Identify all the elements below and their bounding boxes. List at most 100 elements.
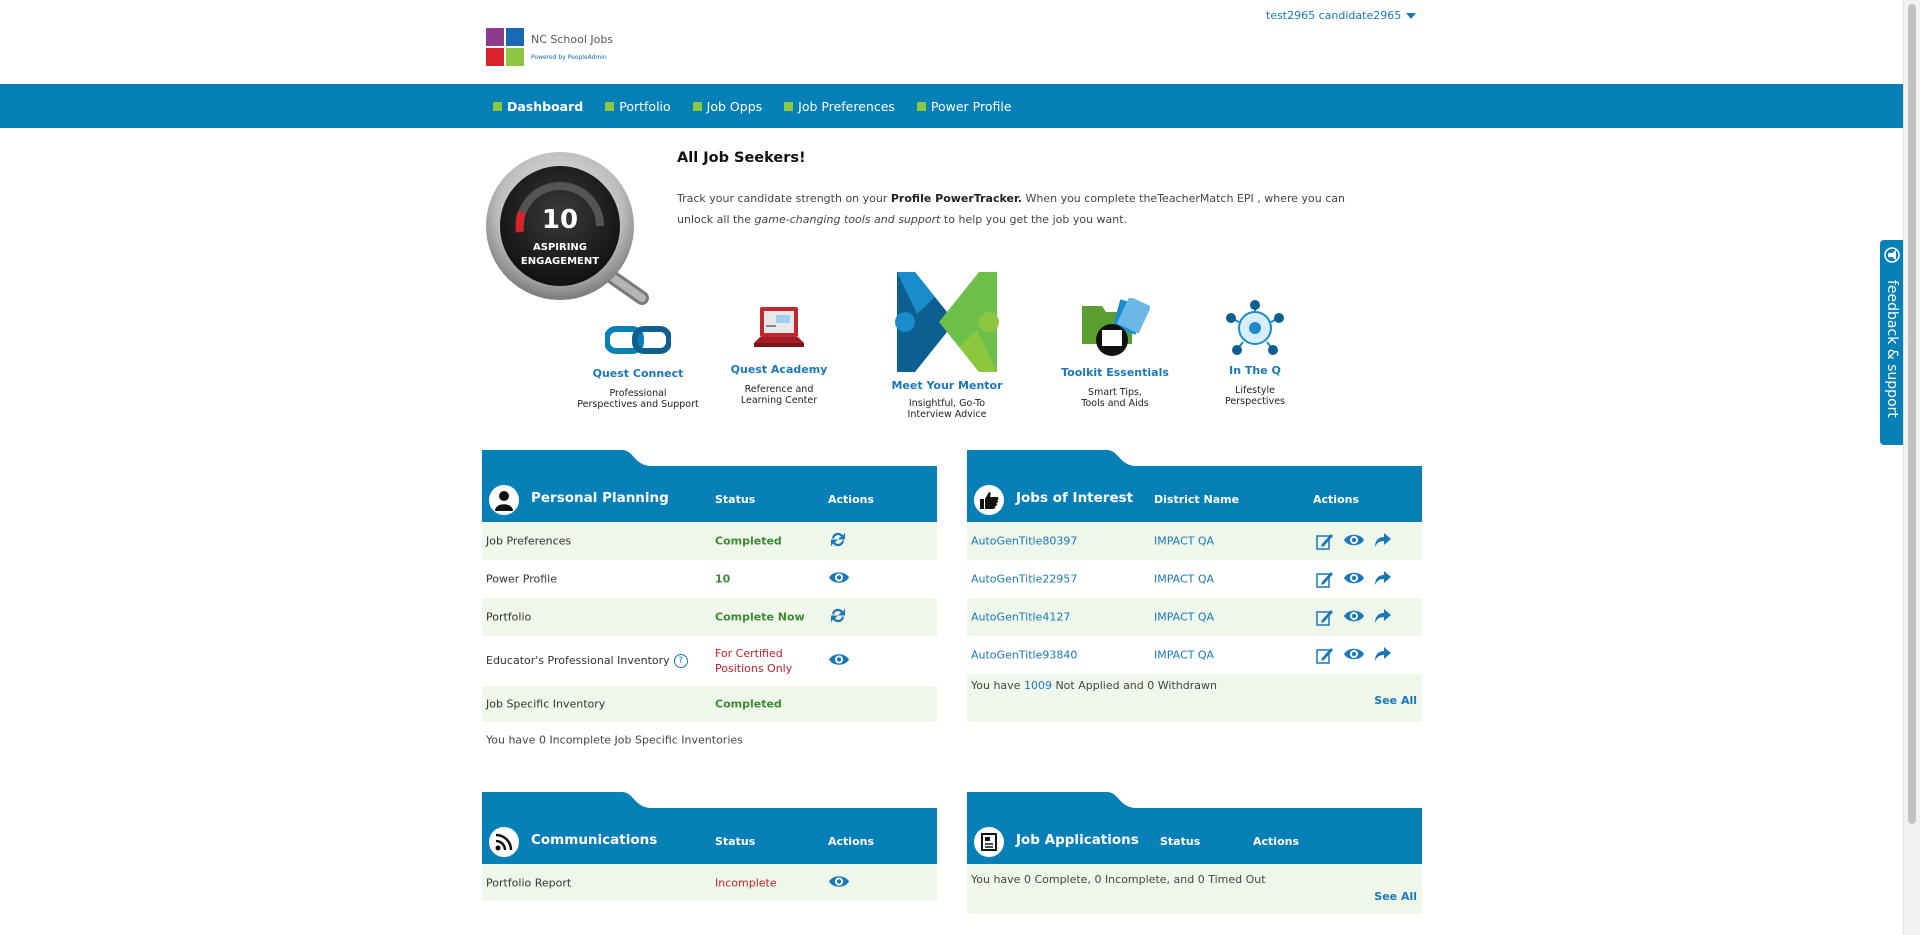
gauge-score: 10: [542, 205, 578, 235]
chain-link-icon: [605, 326, 671, 354]
nav-job-preferences[interactable]: Job Preferences: [784, 99, 895, 114]
not-applied-count-link[interactable]: 1009: [1024, 679, 1052, 692]
nav-bullet-icon: [784, 101, 794, 111]
header: NC School Jobs Powered by PeopleAdmin te…: [0, 0, 1903, 84]
tile-in-the-q[interactable]: In The Q Lifestyle Perspectives: [1210, 300, 1300, 407]
nav-bullet-icon: [916, 101, 926, 111]
laptop-icon: [754, 307, 804, 347]
panel-title: Jobs of Interest: [1016, 490, 1134, 506]
eye-icon[interactable]: [828, 873, 850, 892]
eye-icon[interactable]: [1343, 646, 1365, 662]
table-row: AutoGenTitle22957 IMPACT QA: [967, 560, 1422, 598]
share-arrow-icon[interactable]: [1374, 646, 1392, 662]
table-row: Portfolio Report Incomplete: [482, 864, 937, 901]
jobs-summary: You have 1009 Not Applied and 0 Withdraw…: [967, 674, 1422, 722]
col-actions: Actions: [828, 493, 874, 506]
eye-icon[interactable]: [1343, 608, 1365, 624]
col-status: Status: [1160, 835, 1201, 848]
complete-now-link[interactable]: Complete Now: [715, 611, 805, 624]
panel-header: Communications Status Actions: [482, 792, 937, 864]
user-silhouette-icon: [487, 483, 521, 517]
col-actions: Actions: [828, 835, 874, 848]
user-menu[interactable]: test2965 candidate2965: [1266, 9, 1417, 22]
tile-quest-connect[interactable]: Quest Connect Professional Perspectives a…: [568, 325, 708, 410]
job-title-link[interactable]: AutoGenTitle80397: [971, 535, 1077, 548]
nav-job-opps[interactable]: Job Opps: [692, 99, 762, 114]
table-row: AutoGenTitle4127 IMPACT QA: [967, 598, 1422, 636]
edit-icon[interactable]: [1316, 646, 1334, 664]
main-nav: Dashboard Portfolio Job Opps Job Prefere…: [0, 84, 1903, 128]
nav-power-profile[interactable]: Power Profile: [916, 99, 1012, 114]
gauge-line1: ASPIRING: [533, 242, 587, 253]
tile-quest-academy[interactable]: Quest Academy Reference and Learning Cent…: [719, 305, 839, 406]
table-row: Portfolio Complete Now: [482, 598, 937, 636]
network-icon: [1226, 300, 1284, 355]
scrollbar-thumb[interactable]: [1908, 4, 1916, 824]
eye-icon[interactable]: [1343, 532, 1365, 548]
panel-header: Personal Planning Status Actions: [482, 450, 937, 522]
communications-panel: Communications Status Actions Portfolio …: [482, 792, 937, 901]
panel-title: Personal Planning: [531, 490, 669, 506]
panel-header: Jobs of Interest District Name Actions: [967, 450, 1422, 522]
table-row: Power Profile 10: [482, 560, 937, 598]
col-actions: Actions: [1313, 493, 1359, 506]
tile-toolkit-essentials[interactable]: Toolkit Essentials Smart Tips, Tools and …: [1055, 298, 1175, 409]
nav-bullet-icon: [692, 101, 702, 111]
share-arrow-icon[interactable]: [1374, 570, 1392, 586]
user-name: test2965 candidate2965: [1266, 9, 1402, 22]
nav-dashboard[interactable]: Dashboard: [493, 99, 583, 114]
eye-icon[interactable]: [1343, 570, 1365, 586]
logo-square-purple: [486, 28, 504, 46]
tile-meet-your-mentor[interactable]: Meet Your Mentor Insightful, Go-To Interv…: [887, 272, 1007, 420]
power-tracker-gauge[interactable]: 10 ASPIRING ENGAGEMENT: [484, 152, 650, 308]
gauge-line2: ENGAGEMENT: [521, 256, 599, 267]
job-applications-panel: Job Applications Status Actions You have…: [967, 792, 1422, 914]
magnifier-gauge-icon: 10 ASPIRING ENGAGEMENT: [486, 152, 649, 305]
megaphone-icon: [1884, 247, 1900, 263]
eye-icon[interactable]: [828, 570, 850, 589]
job-title-link[interactable]: AutoGenTitle93840: [971, 649, 1077, 662]
nav-bullet-icon: [493, 101, 502, 111]
refresh-icon[interactable]: [828, 606, 848, 629]
mentor-arrows-icon: [895, 272, 999, 372]
personal-planning-panel: Personal Planning Status Actions Job Pre…: [482, 450, 937, 758]
rss-feed-icon: [487, 825, 521, 859]
job-title-link[interactable]: AutoGenTitle4127: [971, 611, 1070, 624]
intro-text: Track your candidate strength on your Pr…: [677, 192, 1345, 226]
refresh-icon[interactable]: [828, 530, 848, 553]
share-arrow-icon[interactable]: [1374, 608, 1392, 624]
logo-square-red: [486, 48, 504, 66]
panel-header: Job Applications Status Actions: [967, 792, 1422, 864]
table-row: AutoGenTitle80397 IMPACT QA: [967, 522, 1422, 560]
see-all-jobs-link[interactable]: See All: [1374, 694, 1417, 707]
table-row: Job Preferences Completed: [482, 522, 937, 560]
chevron-down-icon: [1406, 12, 1417, 19]
share-arrow-icon[interactable]: [1374, 532, 1392, 548]
thumbs-up-icon: [972, 483, 1006, 517]
table-row: AutoGenTitle93840 IMPACT QA: [967, 636, 1422, 674]
jobs-of-interest-panel: Jobs of Interest District Name Actions A…: [967, 450, 1422, 722]
see-all-applications-link[interactable]: See All: [1374, 890, 1417, 903]
intro-title: All Job Seekers!: [677, 150, 806, 166]
logo-name: NC School Jobs: [531, 33, 614, 46]
incomplete-jsi-note: You have 0 Incomplete Job Specific Inven…: [486, 733, 743, 747]
logo-square-blue: [506, 28, 524, 46]
feedback-support-tab[interactable]: feedback & support: [1880, 240, 1904, 445]
job-title-link[interactable]: AutoGenTitle22957: [971, 573, 1077, 586]
help-icon[interactable]: ?: [673, 654, 688, 668]
logo-subtitle: Powered by PeopleAdmin: [531, 54, 607, 61]
document-icon: [972, 825, 1006, 859]
edit-icon[interactable]: [1316, 532, 1334, 550]
panel-title: Communications: [531, 832, 658, 848]
vertical-scrollbar[interactable]: [1903, 0, 1920, 935]
edit-icon[interactable]: [1316, 570, 1334, 588]
eye-icon[interactable]: [828, 652, 850, 671]
col-actions: Actions: [1253, 835, 1299, 848]
applications-summary: You have 0 Complete, 0 Incomplete, and 0…: [967, 864, 1422, 914]
panel-title: Job Applications: [1016, 832, 1139, 848]
col-status: Status: [715, 493, 756, 506]
logo-square-green: [506, 48, 524, 66]
edit-icon[interactable]: [1316, 608, 1334, 626]
nav-portfolio[interactable]: Portfolio: [605, 99, 671, 114]
nc-school-jobs-logo[interactable]: NC School Jobs Powered by PeopleAdmin: [486, 26, 616, 70]
